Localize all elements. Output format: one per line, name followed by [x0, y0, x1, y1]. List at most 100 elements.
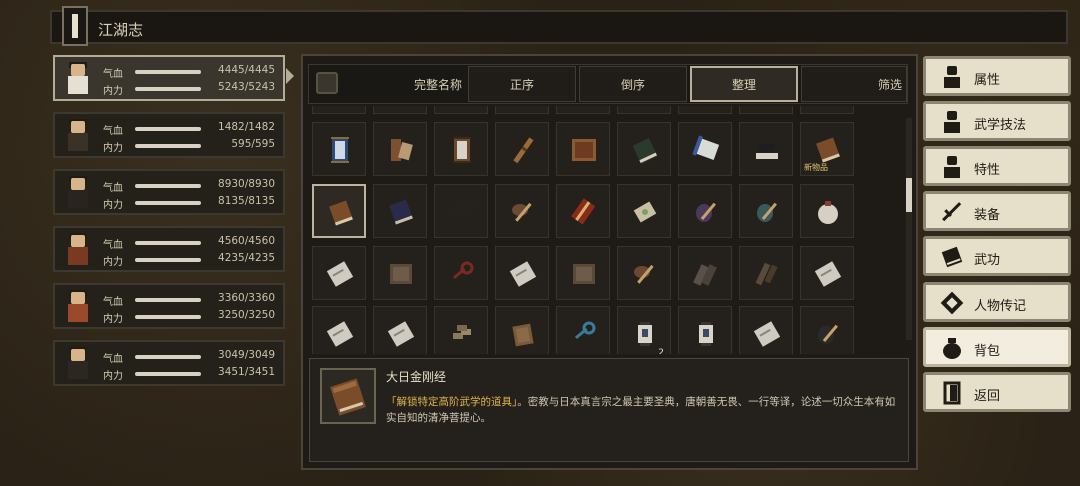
tattered-map-icon [386, 259, 416, 289]
inventory-slot[interactable] [617, 184, 671, 238]
inventory-slot[interactable] [678, 306, 732, 354]
inventory-slot[interactable] [434, 106, 488, 114]
page-title: 江湖志 [98, 21, 144, 39]
mp-bar [135, 201, 201, 205]
inventory-slot[interactable] [312, 106, 366, 114]
inventory-slot[interactable] [495, 306, 549, 354]
inventory-slot[interactable] [495, 106, 549, 114]
menu-bag-button[interactable]: 背包 [923, 327, 1071, 367]
inventory-scrollbar[interactable] [906, 118, 912, 340]
inventory-slot[interactable]: 新物品 [800, 122, 854, 176]
inventory-slot[interactable] [312, 246, 366, 300]
inventory-slot[interactable] [556, 122, 610, 176]
mp-value: 4235/4235 [218, 252, 275, 264]
scrollbar-thumb[interactable] [906, 178, 912, 212]
paper-icon [325, 259, 355, 289]
mp-bar [135, 258, 201, 262]
mp-label: 内力 [103, 257, 123, 268]
inventory-slot[interactable] [373, 184, 427, 238]
tab-full-name[interactable]: 完整名称 [340, 66, 466, 102]
character-card[interactable]: 气血 4445/4445 内力 5243/5243 [53, 55, 285, 101]
tab-descending[interactable]: 倒序 [579, 66, 687, 102]
inventory-slot[interactable] [373, 306, 427, 354]
mp-value: 3451/3451 [218, 366, 275, 378]
inventory-slot[interactable] [800, 306, 854, 354]
character-portrait [61, 176, 95, 210]
character-card[interactable]: 气血 3049/3049 内力 3451/3451 [53, 340, 285, 386]
inventory-slot[interactable] [434, 306, 488, 354]
inventory-slot[interactable] [739, 106, 793, 114]
inventory-slot[interactable] [617, 106, 671, 114]
inventory-slot[interactable] [556, 246, 610, 300]
tab-filter[interactable]: 筛选 [801, 66, 907, 102]
inventory-slot[interactable] [617, 246, 671, 300]
character-card[interactable]: 气血 8930/8930 内力 8135/8135 [53, 169, 285, 215]
inventory-slot[interactable] [556, 184, 610, 238]
mp-label: 内力 [103, 86, 123, 97]
menu-sword-button[interactable]: 装备 [923, 191, 1071, 231]
menu-person-button[interactable]: 特性 [923, 146, 1071, 186]
inventory-slot[interactable] [434, 184, 488, 238]
hp-label: 气血 [103, 69, 123, 80]
red-book-icon [569, 197, 599, 227]
hp-label: 气血 [103, 240, 123, 251]
inventory-slot[interactable] [495, 184, 549, 238]
person-icon [940, 65, 964, 89]
inventory-slot[interactable] [312, 122, 366, 176]
menu-person-aura-button[interactable]: 武学技法 [923, 101, 1071, 141]
inventory-slot[interactable] [739, 184, 793, 238]
menu-sword-book-button[interactable]: 人物传记 [923, 282, 1071, 322]
tattered-map-icon [569, 259, 599, 289]
inventory-slot[interactable] [556, 306, 610, 354]
menu-door-button[interactable]: 返回 [923, 372, 1071, 412]
mp-value: 5243/5243 [218, 81, 275, 93]
inventory-slot[interactable] [434, 122, 488, 176]
tab-organize[interactable]: 整理 [690, 66, 798, 102]
key-blue-icon [569, 319, 599, 349]
character-card[interactable]: 气血 1482/1482 内力 595/595 [53, 112, 285, 158]
mp-bar [135, 87, 201, 91]
book-brown-icon [813, 135, 843, 165]
inventory-slot[interactable] [739, 306, 793, 354]
inventory-slot[interactable] [678, 122, 732, 176]
menu-label: 人物传记 [974, 299, 1027, 314]
hp-value: 4560/4560 [218, 235, 275, 247]
mp-bar [135, 315, 201, 319]
person-aura-icon [940, 110, 964, 134]
inventory-slot[interactable] [373, 122, 427, 176]
mp-label: 内力 [103, 314, 123, 325]
inventory-slot[interactable] [739, 122, 793, 176]
character-card[interactable]: 气血 4560/4560 内力 4235/4235 [53, 226, 285, 272]
paper-icon [752, 319, 782, 349]
header-bar [50, 10, 1068, 44]
inventory-slot[interactable]: 2 [617, 306, 671, 354]
inventory-slot[interactable] [800, 184, 854, 238]
broken-blade-icon [752, 259, 782, 289]
inventory-slot[interactable] [373, 246, 427, 300]
inventory-slot[interactable] [495, 122, 549, 176]
lantern-icon [630, 319, 660, 349]
inventory-slot[interactable] [617, 122, 671, 176]
inventory-slot[interactable] [678, 246, 732, 300]
hp-label: 气血 [103, 183, 123, 194]
mp-label: 内力 [103, 371, 123, 382]
inventory-slot[interactable] [495, 246, 549, 300]
inventory-slot[interactable] [800, 106, 854, 114]
inventory-slot[interactable] [434, 246, 488, 300]
inventory-slot[interactable] [373, 106, 427, 114]
inventory-slot[interactable] [678, 106, 732, 114]
menu-book-button[interactable]: 武功 [923, 236, 1071, 276]
hp-bar [135, 127, 201, 131]
inventory-slot[interactable] [800, 246, 854, 300]
detail-item-title: 大日金刚经 [386, 370, 447, 384]
inventory-slot[interactable] [312, 306, 366, 354]
hp-value: 1482/1482 [218, 121, 275, 133]
inventory-slot[interactable] [556, 106, 610, 114]
full-name-checkbox[interactable] [316, 72, 338, 94]
character-card[interactable]: 气血 3360/3360 内力 3250/3250 [53, 283, 285, 329]
tab-ascending[interactable]: 正序 [468, 66, 576, 102]
menu-person-button[interactable]: 属性 [923, 56, 1071, 96]
inventory-slot[interactable] [678, 184, 732, 238]
inventory-slot[interactable] [739, 246, 793, 300]
inventory-slot[interactable] [312, 184, 366, 238]
